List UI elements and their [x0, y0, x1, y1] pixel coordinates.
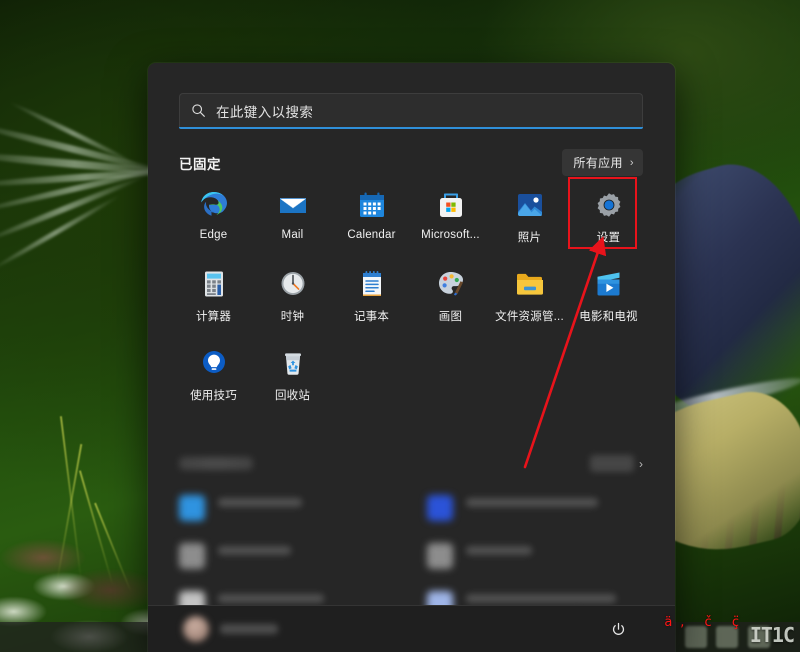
app-tile-photos[interactable]: 照片	[490, 181, 569, 249]
app-tile-tips[interactable]: 使用技巧	[174, 339, 253, 407]
app-label: Mail	[281, 229, 304, 241]
app-tile-microsoft-store[interactable]: Microsoft...	[411, 181, 490, 249]
power-icon	[612, 622, 624, 635]
account-bar	[148, 605, 675, 652]
search-placeholder-text: 在此键入以搜索	[216, 104, 314, 120]
chevron-right-icon: ›	[639, 456, 643, 471]
app-label: 设置	[596, 232, 621, 244]
app-label: 电影和电视	[579, 311, 638, 323]
recommended-item[interactable]	[179, 495, 401, 521]
chevron-right-icon: ›	[629, 156, 634, 169]
movies-tv-icon	[597, 272, 619, 296]
pinned-header: 已固定 所有应用 ›	[179, 149, 643, 176]
app-label: 时钟	[280, 311, 305, 323]
recommended-item-icon	[427, 543, 453, 569]
mail-icon	[279, 198, 306, 213]
watermark-red-text: ä, č ç̈	[664, 615, 747, 630]
file-explorer-icon	[516, 273, 543, 295]
app-tile-calendar[interactable]: Calendar	[332, 181, 411, 249]
app-label: Microsoft...	[421, 229, 480, 241]
search-icon	[192, 104, 205, 117]
recommended-item-icon	[179, 495, 205, 521]
app-tile-settings[interactable]: 设置	[569, 181, 648, 249]
search-container: 在此键入以搜索	[179, 93, 643, 129]
search-focus-underline	[179, 127, 643, 129]
app-tile-paint[interactable]: 画图	[411, 260, 490, 328]
app-label: Calendar	[347, 229, 396, 241]
recommended-item-icon	[179, 543, 205, 569]
recycle-bin-icon	[284, 353, 301, 375]
power-button[interactable]	[605, 616, 631, 642]
recommended-list	[179, 495, 649, 617]
app-label: 画图	[438, 311, 463, 323]
app-tile-edge[interactable]: Edge	[174, 181, 253, 249]
app-tile-clock[interactable]: 时钟	[253, 260, 332, 328]
tips-lightbulb-icon	[202, 351, 225, 373]
recommended-item-icon	[427, 495, 453, 521]
notepad-icon	[362, 271, 381, 296]
app-tile-mail[interactable]: Mail	[253, 181, 332, 249]
app-label: 使用技巧	[190, 390, 237, 402]
pinned-title: 已固定	[179, 156, 221, 172]
start-menu-panel: 在此键入以搜索 已固定 所有应用 › Edge Mail Calendar Mi…	[148, 63, 675, 652]
all-apps-label: 所有应用	[573, 156, 623, 170]
app-tile-recycle-bin[interactable]: 回收站	[253, 339, 332, 407]
app-label: 照片	[517, 232, 542, 244]
app-tile-notepad[interactable]: 记事本	[332, 260, 411, 328]
avatar	[183, 616, 209, 642]
watermark-logo: IT1C	[749, 623, 795, 647]
calendar-icon	[359, 192, 384, 217]
pinned-app-grid: Edge Mail Calendar Microsoft... 照片 设置 计算…	[174, 181, 648, 407]
recommended-more-button[interactable]: ›	[590, 455, 643, 472]
user-name-label	[220, 624, 278, 634]
app-label: 记事本	[353, 311, 390, 323]
photos-icon	[517, 194, 542, 216]
settings-gear-icon	[597, 193, 620, 217]
recommended-header: ›	[179, 455, 643, 472]
app-tile-file-explorer[interactable]: 文件资源管...	[490, 260, 569, 328]
recommended-item[interactable]	[427, 543, 649, 569]
recommended-item[interactable]	[179, 543, 401, 569]
app-label: 计算器	[195, 311, 232, 323]
app-label: Edge	[199, 229, 228, 241]
app-tile-movies-tv[interactable]: 电影和电视	[569, 260, 648, 328]
all-apps-button[interactable]: 所有应用 ›	[562, 149, 643, 176]
search-input[interactable]: 在此键入以搜索	[179, 93, 643, 127]
edge-icon	[200, 192, 227, 216]
screen: 在此键入以搜索 已固定 所有应用 › Edge Mail Calendar Mi…	[0, 0, 800, 652]
user-account-button[interactable]	[183, 616, 278, 642]
app-label: 回收站	[274, 390, 311, 402]
microsoft-store-icon	[439, 193, 462, 217]
recommended-more-label	[590, 455, 634, 472]
app-tile-calculator[interactable]: 计算器	[174, 260, 253, 328]
clock-icon	[281, 272, 304, 295]
app-label: 文件资源管...	[495, 311, 564, 323]
recommended-title	[179, 457, 253, 470]
recommended-item[interactable]	[427, 495, 649, 521]
calculator-icon	[204, 271, 223, 297]
paint-icon	[438, 272, 463, 296]
